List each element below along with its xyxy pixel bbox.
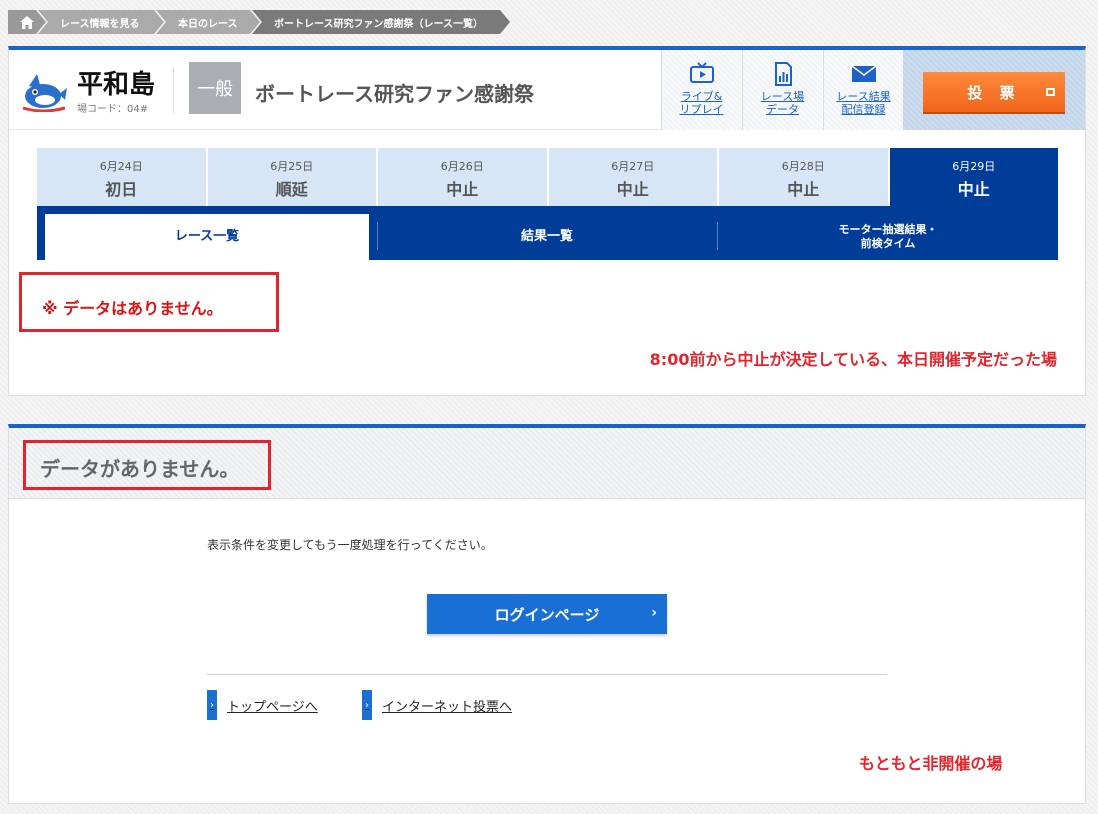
result-mail-label: レース結果 配信登録 [836, 90, 891, 116]
day-status: 中止 [446, 180, 479, 199]
breadcrumb-today-races[interactable]: 本日のレース [156, 10, 260, 34]
stadium-header: 平和島 場コード：04# 一般 ボートレース研究ファン感謝祭 ライブ& リプレイ… [9, 50, 1085, 130]
highlight-box: ※ データはありません。 [19, 272, 279, 332]
day-date: 6月24日 [99, 160, 143, 173]
day-tab[interactable]: 6月24日 初日 [37, 148, 208, 206]
mascot-icon [22, 74, 67, 112]
chevron-right-icon: › [651, 605, 657, 621]
document-chart-icon [774, 62, 792, 86]
no-data-heading: データがありません。 [40, 457, 240, 481]
grade-badge: 一般 [189, 62, 241, 114]
day-date: 6月25日 [270, 160, 314, 173]
live-replay-link[interactable]: ライブ& リプレイ [661, 50, 741, 130]
day-tab[interactable]: 6月27日 中止 [548, 148, 719, 206]
stadium-code: 場コード：04# [77, 104, 149, 115]
top-page-label: トップページへ [227, 699, 318, 715]
day-status: 中止 [616, 180, 649, 199]
annotation-text: 8:00前から中止が決定している、本日開催予定だった場 [649, 350, 1057, 369]
tv-icon [689, 62, 714, 83]
sub-tabs: レース一覧 結果一覧 モーター抽選結果・ 前検タイム [37, 206, 1058, 260]
internet-vote-label: インターネット投票へ [382, 699, 513, 715]
breadcrumb: レース情報を見る 本日のレース ボートレース研究ファン感謝祭（レース一覧） [8, 10, 502, 34]
no-data-panel: データがありません。 表示条件を変更してもう一度処理を行ってください。 ログイン… [8, 424, 1086, 804]
day-tabs: 6月24日 初日 6月25日 順延 6月26日 中止 6月27日 中止 6月28… [37, 148, 1058, 206]
annotation-text: もともと非開催の場 [859, 754, 1003, 773]
login-page-button[interactable]: ログインページ › [427, 594, 667, 634]
no-data-header: データがありません。 [9, 428, 1085, 499]
top-page-link[interactable]: › トップページへ [207, 690, 318, 720]
home-icon [20, 16, 34, 29]
chevron-right-icon: › [207, 690, 217, 720]
day-date: 6月27日 [611, 160, 655, 173]
vote-area: 投 票 [903, 50, 1085, 130]
day-tab[interactable]: 6月26日 中止 [378, 148, 549, 206]
day-date: 6月28日 [781, 160, 825, 173]
external-window-icon [1046, 88, 1055, 96]
day-status: 順延 [275, 180, 308, 199]
highlight-box: データがありません。 [23, 440, 271, 490]
stadium-data-label: レース場 データ [760, 90, 805, 116]
breadcrumb-home[interactable] [8, 10, 46, 34]
breadcrumb-race-info[interactable]: レース情報を見る [38, 10, 164, 34]
divider [207, 674, 887, 675]
live-replay-label: ライブ& リプレイ [679, 90, 724, 116]
divider [173, 68, 174, 114]
stadium-data-link[interactable]: レース場 データ [742, 50, 822, 130]
day-tab[interactable]: 6月25日 順延 [207, 148, 378, 206]
day-status: 初日 [105, 180, 138, 199]
result-mail-link[interactable]: レース結果 配信登録 [823, 50, 903, 130]
breadcrumb-current: ボートレース研究ファン感謝祭（レース一覧） [252, 10, 510, 34]
day-date: 6月29日 [952, 160, 996, 173]
day-status: 中止 [957, 180, 990, 199]
tab-race-list[interactable]: レース一覧 [45, 214, 369, 260]
day-date: 6月26日 [440, 160, 484, 173]
race-title: ボートレース研究ファン感謝祭 [255, 82, 534, 106]
tab-results[interactable]: 結果一覧 [377, 214, 717, 260]
info-message: 表示条件を変更してもう一度処理を行ってください。 [207, 538, 493, 552]
internet-vote-link[interactable]: › インターネット投票へ [362, 690, 512, 720]
stadium-name: 平和島 [77, 70, 156, 100]
race-panel: 平和島 場コード：04# 一般 ボートレース研究ファン感謝祭 ライブ& リプレイ… [8, 46, 1086, 396]
day-status: 中止 [787, 180, 820, 199]
tab-motor-lottery[interactable]: モーター抽選結果・ 前検タイム [718, 214, 1058, 260]
mail-icon [851, 65, 876, 82]
day-tab-active[interactable]: 6月29日 中止 [889, 148, 1058, 206]
day-tab[interactable]: 6月28日 中止 [719, 148, 890, 206]
vote-button[interactable]: 投 票 [923, 72, 1065, 112]
login-label: ログインページ [494, 605, 600, 624]
no-data-note: ※ データはありません。 [42, 299, 223, 318]
vote-label: 投 票 [967, 83, 1021, 102]
chevron-right-icon: › [362, 690, 372, 720]
